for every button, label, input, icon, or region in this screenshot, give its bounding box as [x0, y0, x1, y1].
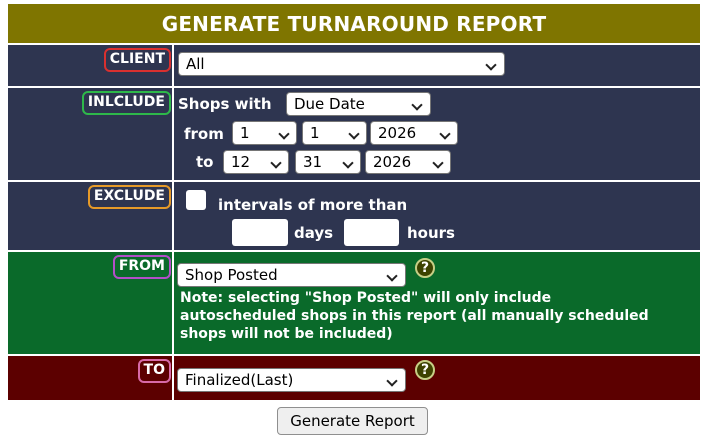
client-select-value: All [186, 55, 205, 73]
include-value-cell: Shops with Due Date from 1 1 2026 to 12 … [174, 88, 700, 180]
chevron-down-icon [411, 99, 423, 111]
page-title: GENERATE TURNAROUND REPORT [8, 4, 700, 43]
exclude-row: EXCLUDE intervals of more than days hour… [8, 182, 700, 250]
to-month-value: 12 [231, 153, 251, 171]
intervals-text: intervals of more than [218, 196, 408, 214]
days-text: days [294, 224, 334, 242]
include-label-cell: INLCLUDE [8, 88, 172, 180]
help-icon-glyph: ? [420, 260, 430, 276]
help-icon[interactable]: ? [415, 360, 435, 380]
chevron-down-icon [386, 375, 398, 387]
to-month-select[interactable]: 12 [223, 150, 289, 174]
date-type-value: Due Date [294, 95, 365, 113]
include-row: INLCLUDE Shops with Due Date from 1 1 20… [8, 88, 700, 180]
exclude-label: EXCLUDE [87, 185, 171, 209]
from-year-select[interactable]: 2026 [370, 121, 458, 145]
client-select[interactable]: All [178, 52, 505, 76]
chevron-down-icon [432, 157, 444, 169]
to-row: TO Finalized(Last) ? [8, 356, 700, 400]
help-icon-glyph: ? [420, 362, 430, 378]
exclude-value-cell: intervals of more than days hours [174, 182, 700, 250]
generate-report-button[interactable]: Generate Report [277, 407, 428, 435]
from-month-value: 1 [240, 124, 250, 142]
exclude-label-cell: EXCLUDE [8, 182, 172, 250]
chevron-down-icon [386, 270, 398, 282]
from-day-value: 1 [310, 124, 320, 142]
to-label: TO [137, 359, 171, 383]
chevron-down-icon [270, 157, 282, 169]
client-label: CLIENT [103, 48, 171, 72]
from-month-select[interactable]: 1 [232, 121, 297, 145]
days-input[interactable] [232, 219, 288, 246]
hours-text: hours [407, 224, 455, 242]
chevron-down-icon [439, 128, 451, 140]
help-icon[interactable]: ? [415, 258, 435, 278]
from-value-cell: Shop Posted ? Note: selecting "Shop Post… [174, 252, 700, 354]
hours-input[interactable] [344, 219, 399, 246]
from-year-value: 2026 [378, 124, 417, 142]
chevron-down-icon [278, 128, 290, 140]
to-value-cell: Finalized(Last) ? [174, 356, 700, 400]
chevron-down-icon [485, 59, 497, 71]
to-select[interactable]: Finalized(Last) [177, 368, 406, 392]
from-label-cell: FROM [8, 252, 172, 354]
to-year-value: 2026 [373, 153, 412, 171]
to-label-cell: TO [8, 356, 172, 400]
from-text: from [184, 125, 224, 143]
exclude-checkbox[interactable] [186, 190, 206, 210]
shops-with-text: Shops with [178, 95, 272, 113]
include-label: INLCLUDE [81, 91, 171, 115]
shop-posted-note: Note: selecting "Shop Posted" will only … [180, 290, 649, 342]
to-year-select[interactable]: 2026 [365, 150, 451, 174]
to-select-value: Finalized(Last) [185, 371, 294, 389]
from-day-select[interactable]: 1 [302, 121, 367, 145]
to-text: to [196, 153, 214, 171]
date-type-select[interactable]: Due Date [286, 92, 431, 116]
chevron-down-icon [342, 157, 354, 169]
chevron-down-icon [348, 128, 360, 140]
to-day-value: 31 [303, 153, 323, 171]
from-row: FROM Shop Posted ? Note: selecting "Shop… [8, 252, 700, 354]
from-label: FROM [112, 255, 171, 279]
client-row: CLIENT All [8, 45, 700, 86]
to-day-select[interactable]: 31 [295, 150, 361, 174]
from-select-value: Shop Posted [185, 266, 278, 284]
client-label-cell: CLIENT [8, 45, 172, 86]
client-value-cell: All [174, 45, 700, 86]
from-select[interactable]: Shop Posted [177, 263, 406, 287]
